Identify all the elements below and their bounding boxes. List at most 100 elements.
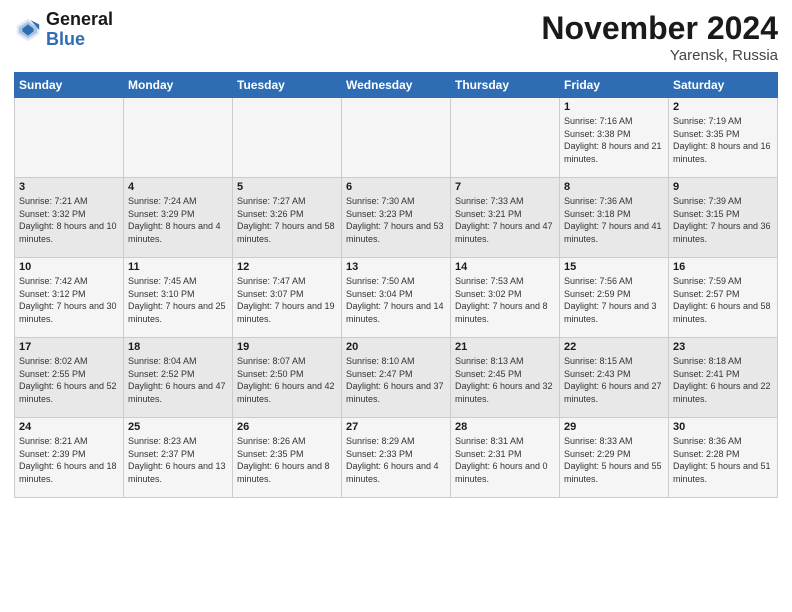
- day-number: 13: [346, 261, 446, 273]
- day-info: Sunrise: 7:21 AMSunset: 3:32 PMDaylight:…: [19, 195, 119, 245]
- day-info: Sunrise: 8:10 AMSunset: 2:47 PMDaylight:…: [346, 355, 446, 405]
- th-sunday: Sunday: [15, 73, 124, 98]
- day-info: Sunrise: 8:02 AMSunset: 2:55 PMDaylight:…: [19, 355, 119, 405]
- day-info: Sunrise: 8:04 AMSunset: 2:52 PMDaylight:…: [128, 355, 228, 405]
- day-info: Sunrise: 7:36 AMSunset: 3:18 PMDaylight:…: [564, 195, 664, 245]
- table-row: 30 Sunrise: 8:36 AMSunset: 2:28 PMDayligh…: [669, 418, 778, 498]
- day-info: Sunrise: 8:33 AMSunset: 2:29 PMDaylight:…: [564, 435, 664, 485]
- table-row: 12Sunrise: 7:47 AMSunset: 3:07 PMDayligh…: [233, 258, 342, 338]
- day-info: Sunrise: 7:56 AMSunset: 2:59 PMDaylight:…: [564, 275, 664, 325]
- table-row: 9 Sunrise: 7:39 AMSunset: 3:15 PMDaylight…: [669, 178, 778, 258]
- day-number: 18: [128, 341, 228, 353]
- logo-icon: [14, 16, 42, 44]
- table-row: [342, 98, 451, 178]
- day-number: 22: [564, 341, 664, 353]
- day-number: 20: [346, 341, 446, 353]
- day-number: 7: [455, 181, 555, 193]
- day-number: 27: [346, 421, 446, 433]
- logo-text: General Blue: [46, 10, 113, 50]
- table-row: 5 Sunrise: 7:27 AMSunset: 3:26 PMDaylight…: [233, 178, 342, 258]
- title-block: November 2024 Yarensk, Russia: [541, 10, 778, 64]
- calendar-week-0: 1 Sunrise: 7:16 AMSunset: 3:38 PMDaylight…: [15, 98, 778, 178]
- day-number: 14: [455, 261, 555, 273]
- location: Yarensk, Russia: [541, 47, 778, 64]
- table-row: 11 Sunrise: 7:45 AMSunset: 3:10 PMDayligh…: [124, 258, 233, 338]
- day-number: 1: [564, 101, 664, 113]
- day-info: Sunrise: 8:18 AMSunset: 2:41 PMDaylight:…: [673, 355, 773, 405]
- calendar-week-3: 17 Sunrise: 8:02 AMSunset: 2:55 PMDayligh…: [15, 338, 778, 418]
- table-row: 29 Sunrise: 8:33 AMSunset: 2:29 PMDayligh…: [560, 418, 669, 498]
- table-row: 20 Sunrise: 8:10 AMSunset: 2:47 PMDayligh…: [342, 338, 451, 418]
- th-wednesday: Wednesday: [342, 73, 451, 98]
- table-row: 10Sunrise: 7:42 AMSunset: 3:12 PMDayligh…: [15, 258, 124, 338]
- day-info: Sunrise: 7:30 AMSunset: 3:23 PMDaylight:…: [346, 195, 446, 245]
- day-info: Sunrise: 7:16 AMSunset: 3:38 PMDaylight:…: [564, 115, 664, 165]
- table-row: [451, 98, 560, 178]
- day-number: 21: [455, 341, 555, 353]
- th-friday: Friday: [560, 73, 669, 98]
- day-info: Sunrise: 7:39 AMSunset: 3:15 PMDaylight:…: [673, 195, 773, 245]
- calendar-week-2: 10Sunrise: 7:42 AMSunset: 3:12 PMDayligh…: [15, 258, 778, 338]
- table-row: 25Sunrise: 8:23 AMSunset: 2:37 PMDayligh…: [124, 418, 233, 498]
- day-number: 15: [564, 261, 664, 273]
- day-info: Sunrise: 7:59 AMSunset: 2:57 PMDaylight:…: [673, 275, 773, 325]
- day-number: 29: [564, 421, 664, 433]
- day-info: Sunrise: 7:19 AMSunset: 3:35 PMDaylight:…: [673, 115, 773, 165]
- header-row: Sunday Monday Tuesday Wednesday Thursday…: [15, 73, 778, 98]
- table-row: 17 Sunrise: 8:02 AMSunset: 2:55 PMDayligh…: [15, 338, 124, 418]
- day-number: 4: [128, 181, 228, 193]
- day-number: 3: [19, 181, 119, 193]
- table-row: 8 Sunrise: 7:36 AMSunset: 3:18 PMDaylight…: [560, 178, 669, 258]
- day-info: Sunrise: 7:27 AMSunset: 3:26 PMDaylight:…: [237, 195, 337, 245]
- table-row: 4Sunrise: 7:24 AMSunset: 3:29 PMDaylight…: [124, 178, 233, 258]
- day-number: 5: [237, 181, 337, 193]
- calendar-table: Sunday Monday Tuesday Wednesday Thursday…: [14, 72, 778, 498]
- table-row: 22Sunrise: 8:15 AMSunset: 2:43 PMDayligh…: [560, 338, 669, 418]
- day-number: 2: [673, 101, 773, 113]
- day-number: 28: [455, 421, 555, 433]
- table-row: 6 Sunrise: 7:30 AMSunset: 3:23 PMDaylight…: [342, 178, 451, 258]
- table-row: 1 Sunrise: 7:16 AMSunset: 3:38 PMDaylight…: [560, 98, 669, 178]
- day-info: Sunrise: 8:07 AMSunset: 2:50 PMDaylight:…: [237, 355, 337, 405]
- table-row: 27 Sunrise: 8:29 AMSunset: 2:33 PMDayligh…: [342, 418, 451, 498]
- table-row: [233, 98, 342, 178]
- th-monday: Monday: [124, 73, 233, 98]
- month-title: November 2024: [541, 10, 778, 47]
- day-number: 6: [346, 181, 446, 193]
- day-number: 9: [673, 181, 773, 193]
- page: General Blue November 2024 Yarensk, Russ…: [0, 0, 792, 612]
- day-info: Sunrise: 8:36 AMSunset: 2:28 PMDaylight:…: [673, 435, 773, 485]
- day-number: 30: [673, 421, 773, 433]
- th-thursday: Thursday: [451, 73, 560, 98]
- table-row: 13 Sunrise: 7:50 AMSunset: 3:04 PMDayligh…: [342, 258, 451, 338]
- day-number: 23: [673, 341, 773, 353]
- table-row: [124, 98, 233, 178]
- th-saturday: Saturday: [669, 73, 778, 98]
- table-row: 28Sunrise: 8:31 AMSunset: 2:31 PMDayligh…: [451, 418, 560, 498]
- day-info: Sunrise: 8:26 AMSunset: 2:35 PMDaylight:…: [237, 435, 337, 485]
- day-info: Sunrise: 7:45 AMSunset: 3:10 PMDaylight:…: [128, 275, 228, 325]
- th-tuesday: Tuesday: [233, 73, 342, 98]
- table-row: 19 Sunrise: 8:07 AMSunset: 2:50 PMDayligh…: [233, 338, 342, 418]
- table-row: 3 Sunrise: 7:21 AMSunset: 3:32 PMDaylight…: [15, 178, 124, 258]
- table-row: 23 Sunrise: 8:18 AMSunset: 2:41 PMDayligh…: [669, 338, 778, 418]
- logo: General Blue: [14, 10, 113, 50]
- header: General Blue November 2024 Yarensk, Russ…: [14, 10, 778, 64]
- table-row: [15, 98, 124, 178]
- table-row: 21Sunrise: 8:13 AMSunset: 2:45 PMDayligh…: [451, 338, 560, 418]
- calendar-week-4: 24Sunrise: 8:21 AMSunset: 2:39 PMDayligh…: [15, 418, 778, 498]
- day-number: 19: [237, 341, 337, 353]
- day-number: 8: [564, 181, 664, 193]
- day-number: 10: [19, 261, 119, 273]
- table-row: 7Sunrise: 7:33 AMSunset: 3:21 PMDaylight…: [451, 178, 560, 258]
- day-info: Sunrise: 8:29 AMSunset: 2:33 PMDaylight:…: [346, 435, 446, 485]
- table-row: 14 Sunrise: 7:53 AMSunset: 3:02 PMDayligh…: [451, 258, 560, 338]
- day-info: Sunrise: 7:53 AMSunset: 3:02 PMDaylight:…: [455, 275, 555, 325]
- day-number: 16: [673, 261, 773, 273]
- day-number: 17: [19, 341, 119, 353]
- day-number: 11: [128, 261, 228, 273]
- table-row: 2 Sunrise: 7:19 AMSunset: 3:35 PMDaylight…: [669, 98, 778, 178]
- table-row: 15 Sunrise: 7:56 AMSunset: 2:59 PMDayligh…: [560, 258, 669, 338]
- day-number: 12: [237, 261, 337, 273]
- day-info: Sunrise: 7:50 AMSunset: 3:04 PMDaylight:…: [346, 275, 446, 325]
